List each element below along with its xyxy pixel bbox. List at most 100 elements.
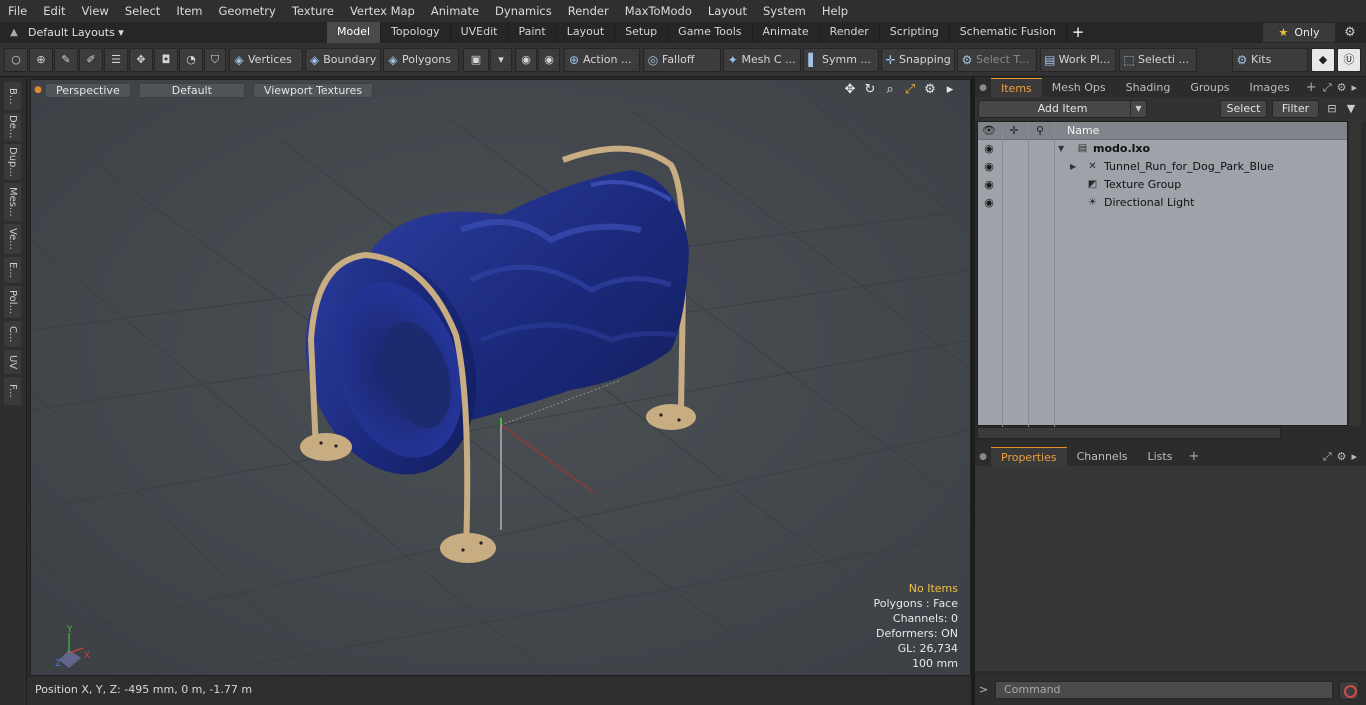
select-through-button[interactable]: ⚙ Select T... (957, 48, 1037, 72)
tab-lists[interactable]: Lists (1138, 447, 1183, 466)
work-plane-button[interactable]: ▤ Work Pl... (1040, 48, 1116, 72)
tab-mesh-ops[interactable]: Mesh Ops (1042, 78, 1116, 97)
left-tab-deform[interactable]: De... (4, 113, 21, 141)
tab-setup[interactable]: Setup (615, 22, 669, 43)
pan-icon[interactable]: ✥ (840, 82, 860, 97)
add-tab-icon[interactable]: + (1067, 22, 1089, 43)
left-tab-edge[interactable]: E... (4, 257, 21, 283)
menu-maxtomodo[interactable]: MaxToModo (617, 0, 700, 22)
layout-collapse-icon[interactable]: ▲ (0, 27, 28, 38)
select-button[interactable]: Select (1220, 100, 1267, 118)
record-macro-icon[interactable] (1339, 681, 1359, 700)
visibility-eye-icon[interactable]: ◉ (982, 140, 996, 158)
tab-channels[interactable]: Channels (1067, 447, 1138, 466)
tab-properties[interactable]: Properties (991, 446, 1067, 467)
menu-render[interactable]: Render (560, 0, 617, 22)
left-tab-mesh-edit[interactable]: Mes... (4, 183, 21, 221)
pivot-icon[interactable]: ◉ (538, 48, 560, 72)
symmetry-button[interactable]: ▌ Symm ... (803, 48, 879, 72)
expand-toggle-icon[interactable]: ▶ (1070, 158, 1076, 176)
menu-item[interactable]: Item (168, 0, 210, 22)
tree-horizontal-scrollbar[interactable] (977, 427, 1281, 439)
shield-icon[interactable]: ⛉ (204, 48, 226, 72)
layout-settings-gear-icon[interactable]: ⚙ (1341, 22, 1359, 43)
item-mode-dropdown-icon[interactable]: ▾ (490, 48, 512, 72)
left-tab-curve[interactable]: C... (4, 321, 21, 347)
tab-render[interactable]: Render (820, 22, 880, 43)
visibility-header-eye-icon[interactable]: 👁 (982, 122, 996, 140)
menu-layout[interactable]: Layout (700, 0, 755, 22)
polygons-button[interactable]: ◈ Polygons (383, 48, 459, 72)
menu-texture[interactable]: Texture (284, 0, 342, 22)
pen-icon[interactable]: ✎ (54, 48, 78, 72)
tree-vertical-scrollbar[interactable] (1349, 121, 1361, 426)
align-icon[interactable]: ☰ (104, 48, 128, 72)
tab-paint[interactable]: Paint (509, 22, 557, 43)
tab-layout[interactable]: Layout (557, 22, 616, 43)
add-item-button[interactable]: Add Item ▼ (978, 100, 1147, 118)
menu-file[interactable]: File (0, 0, 35, 22)
left-tab-basic[interactable]: B... (4, 82, 21, 110)
tab-scripting[interactable]: Scripting (880, 22, 950, 43)
left-tab-uv[interactable]: UV (4, 350, 21, 374)
visibility-eye-icon[interactable]: ◉ (982, 158, 996, 176)
lock-header-icon[interactable]: ✛ (1007, 122, 1021, 140)
maximize-icon[interactable]: ⤢ (900, 82, 920, 97)
add-item-dropdown-icon[interactable]: ▼ (1130, 101, 1146, 117)
tab-topology[interactable]: Topology (381, 22, 451, 43)
menu-system[interactable]: System (755, 0, 814, 22)
tree-row-mesh[interactable]: ◉ ▶ ✕ Tunnel_Run_for_Dog_Park_Blue (978, 158, 1347, 176)
unreal-icon[interactable]: Ⓤ (1337, 48, 1361, 72)
kits-button[interactable]: ⚙ Kits (1232, 48, 1308, 72)
menu-animate[interactable]: Animate (423, 0, 487, 22)
only-toggle[interactable]: ★ Only (1263, 23, 1335, 42)
menu-view[interactable]: View (74, 0, 117, 22)
left-tab-duplicate[interactable]: Dup... (4, 144, 21, 180)
tab-shading[interactable]: Shading (1116, 78, 1181, 97)
tab-schematic-fusion[interactable]: Schematic Fusion (950, 22, 1068, 43)
boundary-button[interactable]: ◈ Boundary (305, 48, 381, 72)
orbit-icon[interactable]: ↻ (860, 82, 880, 97)
filter-button[interactable]: Filter (1272, 100, 1319, 118)
globe-icon[interactable]: ⊕ (29, 48, 53, 72)
3d-viewport[interactable]: Y X Z ● Perspective Default Viewport Tex… (30, 79, 971, 676)
viewport-menu-dot-icon[interactable]: ● (31, 85, 45, 95)
tab-items[interactable]: Items (991, 77, 1042, 98)
visibility-eye-icon[interactable]: ◉ (982, 176, 996, 194)
mesh-constraint-button[interactable]: ✦ Mesh C ... (723, 48, 801, 72)
viewport-settings-gear-icon[interactable]: ⚙ (920, 82, 940, 97)
left-tab-vertex[interactable]: Ve... (4, 224, 21, 254)
tab-uvedit[interactable]: UVEdit (451, 22, 509, 43)
viewport-expand-arrow-icon[interactable]: ▸ (940, 82, 960, 97)
shading-mode-button[interactable]: Default (138, 82, 245, 98)
tab-groups[interactable]: Groups (1180, 78, 1239, 97)
name-column-header[interactable]: Name (1067, 122, 1099, 140)
properties-panel-menu-icon[interactable]: ● (975, 452, 991, 462)
items-panel-menu-icon[interactable]: ● (975, 83, 991, 93)
falloff-button[interactable]: ◎ Falloff (643, 48, 721, 72)
funnel-icon[interactable]: ▼ (1343, 101, 1359, 117)
add-panel-tab-icon[interactable]: + (1300, 80, 1323, 95)
tree-row-texture-group[interactable]: ◉ ◩ Texture Group (978, 176, 1347, 194)
tree-row-scene[interactable]: ◉ ▼ ▤ modo.lxo (978, 140, 1347, 158)
menu-edit[interactable]: Edit (35, 0, 73, 22)
item-mode-cube-icon[interactable]: ▣ (463, 48, 489, 72)
layout-select[interactable]: Default Layouts ▾ (28, 26, 128, 39)
selection-sets-button[interactable]: ⬚ Selecti ... (1119, 48, 1197, 72)
menu-vertex-map[interactable]: Vertex Map (342, 0, 423, 22)
tab-animate[interactable]: Animate (753, 22, 820, 43)
menu-help[interactable]: Help (814, 0, 856, 22)
menu-geometry[interactable]: Geometry (211, 0, 284, 22)
zoom-icon[interactable]: ⌕ (880, 82, 900, 97)
unity-icon[interactable]: ◆ (1311, 48, 1335, 72)
viewport-textures-button[interactable]: Viewport Textures (252, 82, 374, 98)
snap-square-icon[interactable]: ◘ (154, 48, 178, 72)
view-mode-button[interactable]: Perspective (45, 82, 131, 98)
brush-icon[interactable]: ✐ (79, 48, 103, 72)
action-center-button[interactable]: ⊕ Action ... (564, 48, 640, 72)
properties-panel-controls-icon[interactable]: ⤢⚙▸ (1323, 447, 1362, 466)
collapse-icon[interactable]: ⊟ (1324, 101, 1340, 117)
material-icon[interactable]: ◉ (515, 48, 537, 72)
add-properties-tab-icon[interactable]: + (1182, 449, 1205, 464)
menu-dynamics[interactable]: Dynamics (487, 0, 560, 22)
